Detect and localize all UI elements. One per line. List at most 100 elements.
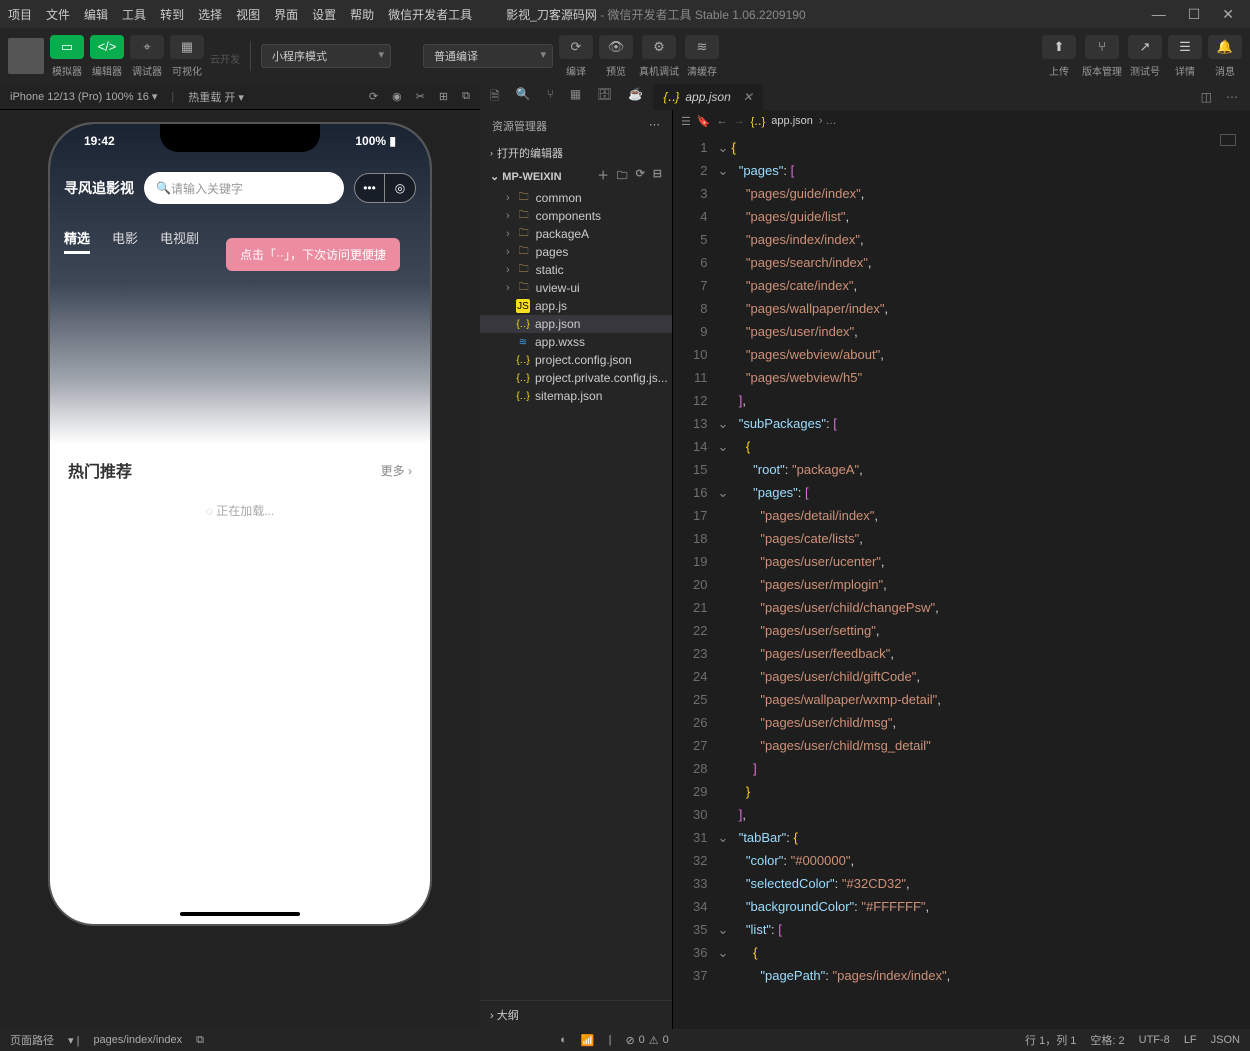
maximize-icon[interactable]: ☐ [1188, 6, 1201, 23]
upload-button[interactable]: ⬆ [1042, 35, 1076, 59]
more-link[interactable]: 更多 › [381, 462, 412, 479]
version-button[interactable]: ⑂ [1085, 35, 1119, 59]
indent[interactable]: 空格: 2 [1090, 1032, 1124, 1048]
search-tab-icon[interactable]: 🔍 [516, 87, 531, 108]
real-debug-button[interactable]: ⚙ [642, 35, 676, 59]
tab-featured[interactable]: 精选 [64, 228, 90, 254]
split-icon[interactable] [1220, 134, 1236, 146]
code-content[interactable]: { "pages": [ "pages/guide/index", "pages… [731, 136, 950, 1029]
eol[interactable]: LF [1184, 1034, 1197, 1046]
folder-uview[interactable]: 🗀uview-ui [480, 279, 672, 297]
preview-button[interactable]: 👁 [599, 35, 633, 59]
new-folder-icon[interactable]: 🗀 [617, 167, 628, 186]
bc-back-icon[interactable]: ← [717, 115, 728, 127]
file-projectconfig[interactable]: {‥}project.config.json [480, 351, 672, 369]
debugger-button[interactable]: ⌖ [130, 35, 164, 59]
menu-tool[interactable]: 工具 [122, 6, 146, 23]
menu-wxdev[interactable]: 微信开发者工具 [388, 6, 472, 23]
cut-icon[interactable]: ✂ [416, 90, 425, 103]
project-root[interactable]: ⌄ MP-WEIXIN ＋ 🗀 ⟳ ⊟ [480, 164, 672, 189]
hot-reload-toggle[interactable]: 热重载 开 ▾ [188, 89, 244, 105]
editor-button[interactable]: </> [90, 35, 124, 59]
tab-close-icon[interactable]: ✕ [743, 90, 753, 104]
bc-bookmark-icon[interactable]: 🔖 [697, 115, 711, 128]
status-time: 19:42 [84, 134, 115, 148]
device-select[interactable]: iPhone 12/13 (Pro) 100% 16 ▾ [10, 90, 157, 103]
compile-button[interactable]: ⟳ [559, 35, 593, 59]
page-path[interactable]: pages/index/index [93, 1034, 182, 1046]
menu-select[interactable]: 选择 [198, 6, 222, 23]
phone-frame: 19:42 100% ▮ 寻风追影视 🔍 请输入关键字 •••◎ 精选 电影 电… [50, 124, 430, 924]
capsule-menu-icon[interactable]: ••• [355, 174, 385, 202]
json-icon: {‥} [663, 90, 679, 104]
copy-path-icon[interactable]: ⧉ [196, 1034, 204, 1047]
refresh-icon[interactable]: ⟳ [369, 90, 378, 103]
popout-icon[interactable]: ⧉ [462, 90, 470, 103]
more-icon[interactable]: ⋯ [1226, 90, 1238, 104]
folder-common[interactable]: 🗀common [480, 189, 672, 207]
outline-section[interactable]: › 大纲 [480, 1000, 672, 1029]
errors-count[interactable]: ⊘ 0 ⚠ 0 [625, 1034, 668, 1047]
cloud-dev-button[interactable]: 云开发 [210, 51, 240, 66]
capsule-button[interactable]: •••◎ [354, 173, 416, 203]
menu-view[interactable]: 视图 [236, 6, 260, 23]
folder-pages[interactable]: 🗀pages [480, 243, 672, 261]
bc-fwd-icon[interactable]: → [734, 115, 745, 127]
capsule-close-icon[interactable]: ◎ [385, 174, 415, 202]
file-appwxss[interactable]: ≋app.wxss [480, 333, 672, 351]
collapse-icon[interactable]: ⊟ [653, 167, 662, 186]
encoding[interactable]: UTF-8 [1139, 1034, 1170, 1046]
folder-static[interactable]: 🗀static [480, 261, 672, 279]
details-button[interactable]: ☰ [1168, 35, 1202, 59]
menu-setting[interactable]: 设置 [312, 6, 336, 23]
split-editor-icon[interactable]: ◫ [1201, 90, 1212, 104]
explorer-more-icon[interactable]: ⋯ [649, 118, 660, 134]
search-input[interactable]: 🔍 请输入关键字 [144, 172, 344, 204]
visualize-button[interactable]: ▦ [170, 35, 204, 59]
minimize-icon[interactable]: — [1152, 6, 1166, 23]
rotate-icon[interactable]: ⊞ [439, 90, 448, 103]
menu-project[interactable]: 项目 [8, 6, 32, 23]
test-button[interactable]: ↗ [1128, 35, 1162, 59]
broadcast-icon[interactable]: 📶 [581, 1034, 595, 1047]
code-editor[interactable]: ☰ 🔖 ← → {‥} app.json › … 123456789101112… [673, 110, 1250, 1029]
db-tab-icon[interactable]: 🗄 [597, 87, 612, 108]
breadcrumb[interactable]: ☰ 🔖 ← → {‥} app.json › … [673, 110, 1250, 132]
menu-edit[interactable]: 编辑 [84, 6, 108, 23]
compile-select[interactable]: 普通编译 [423, 44, 553, 68]
file-appjs[interactable]: JSapp.js [480, 297, 672, 315]
menu-interface[interactable]: 界面 [274, 6, 298, 23]
tab-tv[interactable]: 电视剧 [160, 228, 199, 254]
folder-packagea[interactable]: 🗀packageA [480, 225, 672, 243]
tab-movie[interactable]: 电影 [112, 228, 138, 254]
message-button[interactable]: 🔔 [1208, 35, 1242, 59]
phone-notch [160, 124, 320, 152]
close-icon[interactable]: ✕ [1222, 6, 1234, 23]
cursor-pos[interactable]: 行 1，列 1 [1025, 1032, 1076, 1048]
new-file-icon[interactable]: ＋ [598, 167, 609, 186]
scene-icon[interactable]: ◐ [560, 1034, 567, 1046]
home-indicator [180, 912, 300, 916]
mode-select[interactable]: 小程序模式 [261, 44, 391, 68]
cloud-tab-icon[interactable]: ☕ [628, 87, 643, 108]
avatar[interactable] [8, 38, 44, 74]
clear-cache-button[interactable]: ≋ [685, 35, 719, 59]
lang-mode[interactable]: JSON [1211, 1034, 1240, 1046]
file-sitemap[interactable]: {‥}sitemap.json [480, 387, 672, 405]
git-tab-icon[interactable]: ⑂ [547, 87, 554, 108]
open-editors-section[interactable]: ›打开的编辑器 [480, 142, 672, 164]
file-projectprivate[interactable]: {‥}project.private.config.js... [480, 369, 672, 387]
menu-file[interactable]: 文件 [46, 6, 70, 23]
record-icon[interactable]: ◉ [392, 90, 402, 103]
folder-components[interactable]: 🗀components [480, 207, 672, 225]
menu-help[interactable]: 帮助 [350, 6, 374, 23]
menu-goto[interactable]: 转到 [160, 6, 184, 23]
simulator-button[interactable]: ▭ [50, 35, 84, 59]
bc-list-icon[interactable]: ☰ [681, 115, 691, 128]
explorer-tab-icon[interactable]: 🗎 [490, 87, 500, 108]
refresh-tree-icon[interactable]: ⟳ [636, 167, 645, 186]
file-appjson[interactable]: {‥}app.json [480, 315, 672, 333]
file-tab-appjson[interactable]: {‥} app.json ✕ [653, 84, 762, 110]
fold-gutter[interactable]: ⌄⌄ ⌄⌄ ⌄ ⌄ ⌄⌄ [717, 136, 731, 1029]
ext-tab-icon[interactable]: ▦ [570, 87, 581, 108]
